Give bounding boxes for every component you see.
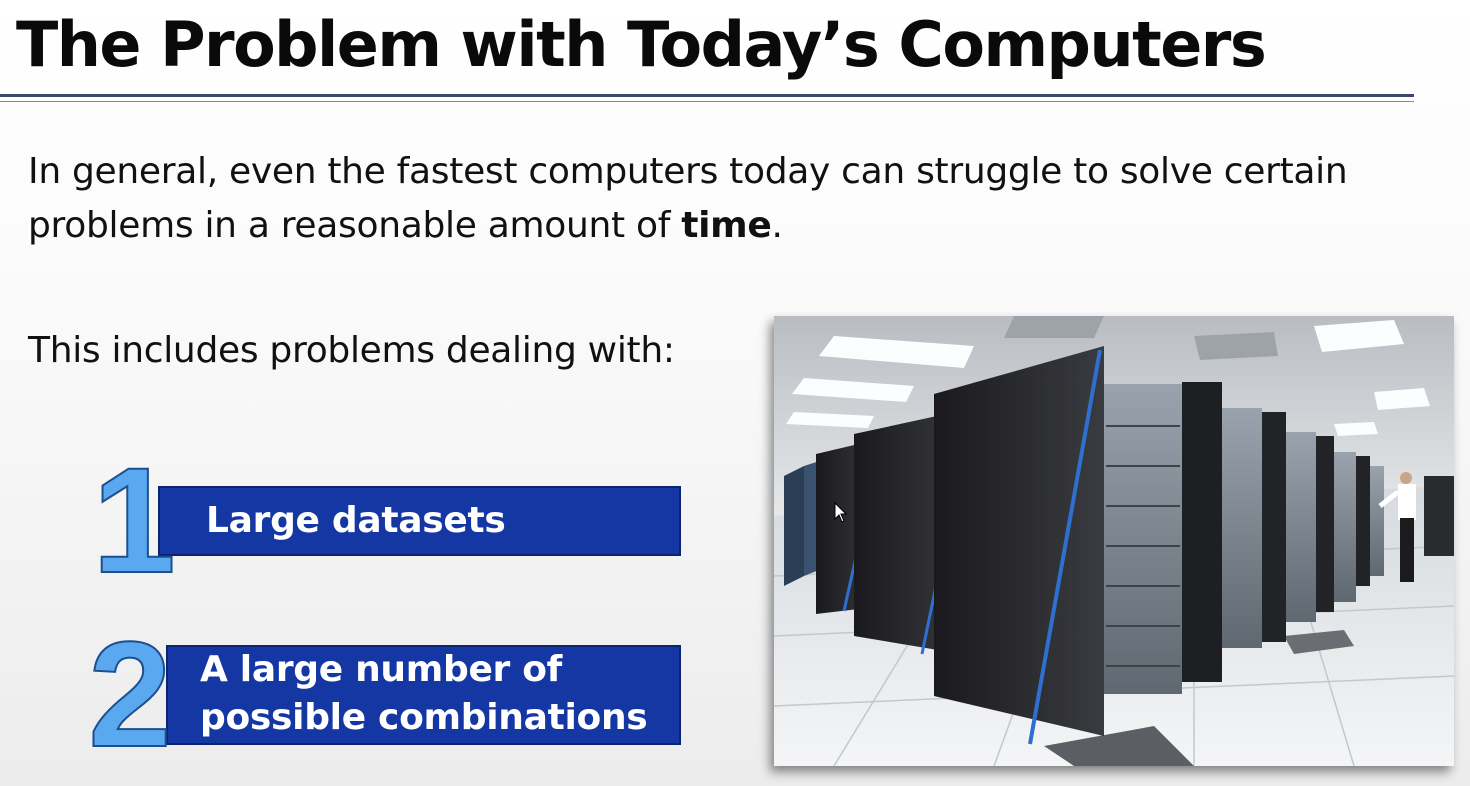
item-1-label: Large datasets <box>206 500 506 541</box>
item-2-number-text: 2 <box>88 610 171 778</box>
item-1-number: 1 <box>91 435 176 605</box>
item-2-number: 2 <box>87 609 172 779</box>
item-1-number-text: 1 <box>92 436 175 604</box>
slide-title: The Problem with Today’s Computers <box>16 8 1267 81</box>
includes-heading: This includes problems dealing with: <box>28 330 675 371</box>
mouse-cursor-icon <box>834 502 848 523</box>
supercomputer-server-room-photo-icon <box>774 316 1454 766</box>
intro-end: . <box>771 205 783 246</box>
item-2-label-line2: possible combinations <box>200 697 648 738</box>
title-rule-thick <box>0 94 1414 97</box>
title-rule-thin <box>0 101 1414 102</box>
supercomputer-photo <box>774 316 1454 766</box>
intro-bold-word: time <box>681 205 772 246</box>
item-2-label-line1: A large number of <box>200 649 563 690</box>
intro-paragraph: In general, even the fastest computers t… <box>28 145 1408 253</box>
